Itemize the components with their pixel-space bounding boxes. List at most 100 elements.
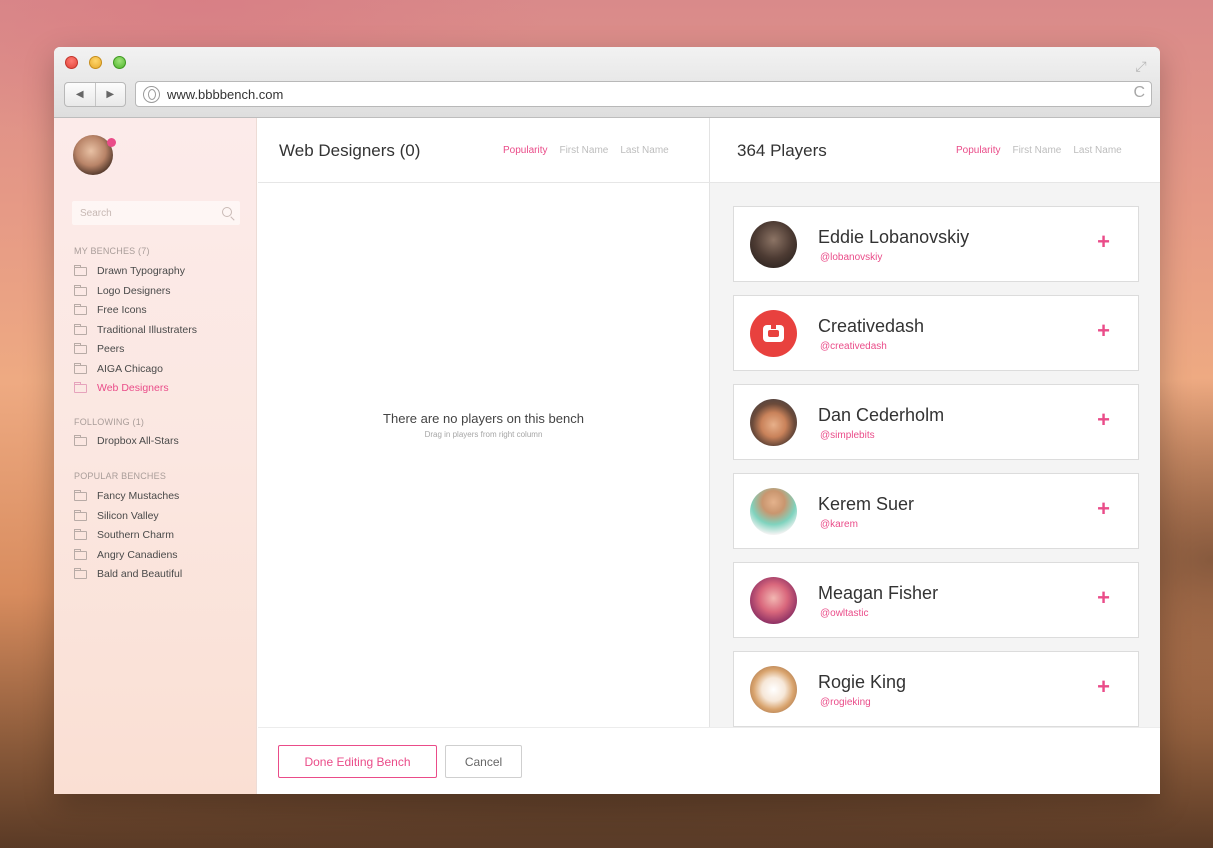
bench-item[interactable]: Peers (74, 341, 124, 357)
search-input[interactable] (72, 201, 212, 225)
bench-item-label: Free Icons (97, 304, 147, 316)
bench-title: Web Designers (0) (279, 141, 421, 160)
player-avatar (750, 399, 797, 446)
edit-footer: Done Editing Bench Cancel (258, 727, 1160, 794)
player-card[interactable]: Eddie Lobanovskiy @lobanovskiy + (733, 206, 1139, 282)
add-player-icon[interactable]: + (1097, 498, 1110, 520)
players-count-title: 364 Players (737, 141, 827, 160)
add-player-icon[interactable]: + (1097, 676, 1110, 698)
bench-item-label: Logo Designers (97, 285, 171, 297)
player-avatar (750, 221, 797, 268)
player-handle[interactable]: @simplebits (820, 430, 875, 441)
bench-header: Web Designers (0) Popularity First Name … (258, 118, 709, 183)
player-card[interactable]: Dan Cederholm @simplebits + (733, 384, 1139, 460)
bench-item-label: Dropbox All-Stars (97, 435, 179, 447)
bench-item[interactable]: Traditional Illustraters (74, 322, 197, 338)
search-box (72, 201, 240, 225)
section-title-my-benches: MY BENCHES (7) (74, 246, 150, 256)
folder-icon (74, 342, 87, 354)
player-avatar (750, 577, 797, 624)
bench-item[interactable]: Dropbox All-Stars (74, 433, 179, 449)
player-avatar (750, 310, 797, 357)
player-card[interactable]: Meagan Fisher @owltastic + (733, 562, 1139, 638)
bench-item-label: Web Designers (97, 382, 169, 394)
url-text[interactable]: www.bbbbench.com (167, 87, 283, 102)
folder-icon (74, 548, 87, 560)
add-player-icon[interactable]: + (1097, 231, 1110, 253)
bench-item[interactable]: AIGA Chicago (74, 361, 163, 377)
bench-item[interactable]: Fancy Mustaches (74, 488, 179, 504)
bench-sort-options: Popularity First Name Last Name (503, 145, 669, 156)
players-sort-options: Popularity First Name Last Name (956, 145, 1122, 156)
bench-item[interactable]: Drawn Typography (74, 263, 185, 279)
folder-icon (74, 323, 87, 335)
bench-item[interactable]: Bald and Beautiful (74, 566, 182, 582)
bench-item-label: Bald and Beautiful (97, 568, 183, 580)
folder-icon (74, 434, 87, 446)
cancel-button[interactable]: Cancel (445, 745, 522, 778)
bench-item[interactable]: Angry Canadiens (74, 547, 178, 563)
players-header: 364 Players Popularity First Name Last N… (709, 118, 1160, 183)
player-avatar (750, 666, 797, 713)
folder-icon (74, 264, 87, 276)
player-card[interactable]: Rogie King @rogieking + (733, 651, 1139, 727)
player-name: Eddie Lobanovskiy (818, 227, 970, 247)
folder-icon (74, 509, 87, 521)
sort-first-name[interactable]: First Name (1012, 145, 1061, 156)
player-handle[interactable]: @karem (820, 519, 858, 530)
bench-item-active[interactable]: Web Designers (74, 380, 169, 396)
bench-item[interactable]: Logo Designers (74, 283, 171, 299)
fullscreen-icon[interactable]: ⤢ (1132, 57, 1150, 75)
players-list: Eddie Lobanovskiy @lobanovskiy + Creativ… (709, 183, 1160, 727)
reload-icon[interactable]: C (1133, 84, 1145, 102)
bench-item[interactable]: Silicon Valley (74, 508, 159, 524)
globe-icon (143, 86, 160, 103)
zoom-window-button[interactable] (113, 56, 126, 69)
browser-window: ⤢ ◀ ▶ www.bbbbench.com C MY BENCHES (7) … (54, 47, 1160, 794)
creativedash-logo-icon (763, 323, 784, 342)
folder-icon (74, 284, 87, 296)
bench-item-label: Drawn Typography (97, 265, 185, 277)
bench-item[interactable]: Southern Charm (74, 527, 174, 543)
search-icon[interactable] (222, 207, 232, 217)
bench-item[interactable]: Free Icons (74, 302, 147, 318)
back-button[interactable]: ◀ (65, 83, 96, 106)
empty-bench-message: There are no players on this bench Drag … (258, 411, 709, 439)
minimize-window-button[interactable] (89, 56, 102, 69)
done-editing-bench-button[interactable]: Done Editing Bench (278, 745, 437, 778)
folder-icon (74, 528, 87, 540)
sort-first-name[interactable]: First Name (559, 145, 608, 156)
player-name: Kerem Suer (818, 494, 915, 514)
forward-button[interactable]: ▶ (96, 83, 126, 106)
add-player-icon[interactable]: + (1097, 320, 1110, 342)
address-bar[interactable]: www.bbbbench.com C (135, 81, 1152, 107)
sort-last-name[interactable]: Last Name (1073, 145, 1121, 156)
browser-toolbar: ⤢ ◀ ▶ www.bbbbench.com C (54, 47, 1160, 118)
folder-icon (74, 303, 87, 315)
notification-dot (107, 138, 116, 147)
player-handle[interactable]: @rogieking (820, 697, 871, 708)
player-card[interactable]: Kerem Suer @karem + (733, 473, 1139, 549)
sort-popularity[interactable]: Popularity (956, 145, 1000, 156)
player-name: Creativedash (818, 316, 925, 336)
sidebar: MY BENCHES (7) Drawn Typography Logo Des… (54, 118, 257, 794)
add-player-icon[interactable]: + (1097, 587, 1110, 609)
add-player-icon[interactable]: + (1097, 409, 1110, 431)
player-handle[interactable]: @creativedash (820, 341, 887, 352)
bench-item-label: Southern Charm (97, 529, 175, 541)
close-window-button[interactable] (65, 56, 78, 69)
empty-bench-hint: Drag in players from right column (424, 430, 543, 439)
player-handle[interactable]: @lobanovskiy (820, 252, 882, 263)
bench-item-label: Silicon Valley (97, 510, 159, 522)
player-name: Dan Cederholm (818, 405, 945, 425)
player-avatar (750, 488, 797, 535)
player-handle[interactable]: @owltastic (820, 608, 869, 619)
history-nav: ◀ ▶ (64, 82, 126, 107)
sort-popularity[interactable]: Popularity (503, 145, 547, 156)
folder-icon (74, 489, 87, 501)
player-card[interactable]: Creativedash @creativedash + (733, 295, 1139, 371)
bench-item-label: Traditional Illustraters (97, 324, 197, 336)
sort-last-name[interactable]: Last Name (620, 145, 668, 156)
bench-item-label: AIGA Chicago (97, 363, 163, 375)
bench-item-label: Fancy Mustaches (97, 490, 180, 502)
